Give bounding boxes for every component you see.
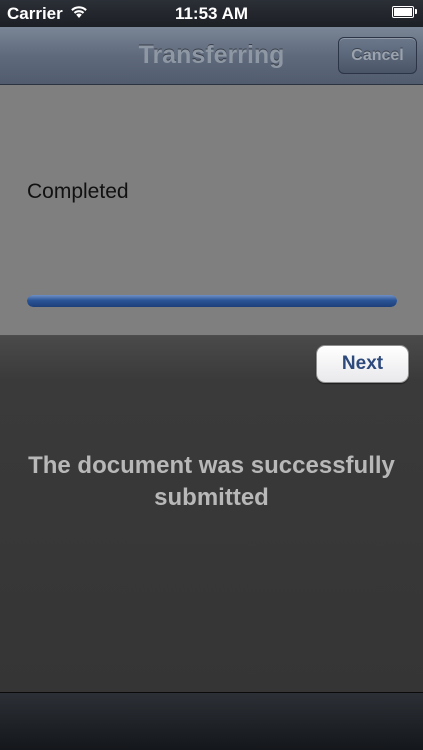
progress-bar-fill — [27, 295, 397, 307]
progress-status-label: Completed — [27, 180, 129, 203]
result-message: The document was successfully submitted — [28, 452, 395, 511]
status-bar: Carrier 11:53 AM — [0, 0, 423, 27]
next-button[interactable]: Next — [316, 345, 409, 383]
progress-bar — [27, 295, 397, 307]
cancel-button[interactable]: Cancel — [338, 37, 417, 74]
battery-icon — [392, 6, 417, 18]
status-time: 11:53 AM — [174, 4, 249, 23]
progress-panel: Completed — [0, 85, 423, 336]
main-area: Next The document was successfully submi… — [0, 336, 423, 692]
bottom-toolbar — [0, 692, 423, 750]
navigation-bar: Transferring Cancel — [0, 27, 423, 85]
